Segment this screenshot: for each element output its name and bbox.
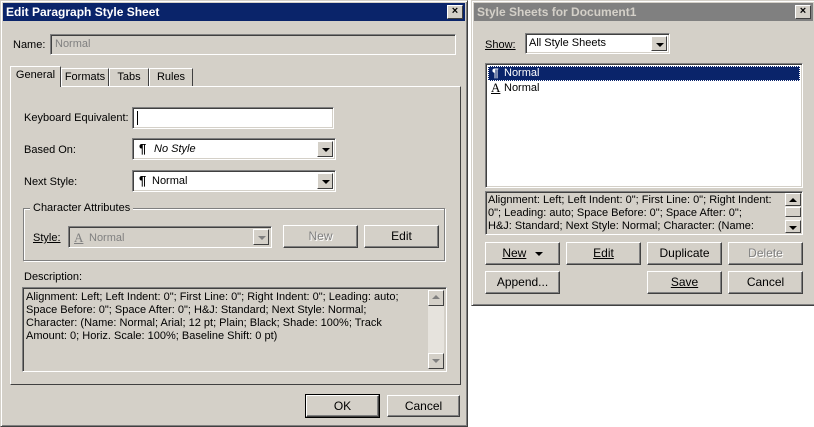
tab-rules-label: Rules: [156, 71, 186, 83]
character-style-dropdown[interactable]: A Normal: [68, 226, 272, 248]
list-item-label: Normal: [504, 82, 540, 94]
show-label: Show:: [485, 39, 516, 51]
append-button-label: Append...: [496, 275, 549, 289]
character-style-icon: A: [74, 230, 84, 245]
edit-button-label: Edit: [593, 246, 614, 260]
cancel-button[interactable]: Cancel: [728, 271, 803, 294]
new-button[interactable]: New: [485, 242, 560, 265]
dialog-title: Style Sheets for Document1: [477, 5, 637, 19]
tab-formats-label: Formats: [64, 71, 106, 83]
style-label: Style:: [33, 232, 61, 244]
keyboard-equivalent-label: Keyboard Equivalent:: [24, 112, 129, 124]
chevron-down-icon[interactable]: [651, 36, 667, 51]
append-button[interactable]: Append...: [485, 271, 560, 294]
tab-tabs-label: Tabs: [117, 71, 141, 83]
character-style-value: Normal: [89, 232, 125, 244]
scroll-down-icon[interactable]: [428, 353, 444, 369]
delete-button[interactable]: Delete: [728, 242, 803, 265]
tab-general[interactable]: General: [10, 66, 61, 87]
character-attributes-legend: Character Attributes: [30, 202, 134, 214]
scroll-up-icon[interactable]: [785, 193, 801, 206]
tab-rules[interactable]: Rules: [149, 68, 193, 86]
delete-button-label: Delete: [748, 246, 783, 260]
description-text: Alignment: Left; Left Indent: 0"; First …: [26, 291, 399, 342]
cancel-button-label: Cancel: [746, 275, 785, 289]
cancel-button[interactable]: Cancel: [387, 395, 460, 417]
dropdown-arrow-icon: [534, 251, 543, 256]
next-style-dropdown[interactable]: ¶ Normal: [132, 170, 336, 192]
style-description-scrollbar[interactable]: [785, 193, 801, 233]
tab-tabs[interactable]: Tabs: [109, 68, 149, 86]
dialog-title: Edit Paragraph Style Sheet: [6, 5, 160, 19]
duplicate-button-label: Duplicate: [659, 246, 710, 260]
close-icon[interactable]: ×: [447, 5, 463, 19]
list-item[interactable]: A Normal: [488, 80, 800, 96]
style-sheets-dialog: Style Sheets for Document1 × Show: All S…: [471, 0, 814, 306]
close-icon[interactable]: ×: [795, 5, 811, 19]
name-value: Normal: [55, 38, 91, 50]
list-item[interactable]: ¶ Normal: [488, 66, 800, 81]
tab-formats[interactable]: Formats: [61, 68, 109, 86]
chevron-down-icon[interactable]: [317, 173, 333, 189]
tab-general-label: General: [15, 69, 56, 81]
new-button-label: New: [502, 246, 527, 260]
dialog-title-bar[interactable]: Edit Paragraph Style Sheet ×: [3, 3, 465, 21]
paragraph-icon: ¶: [139, 141, 147, 156]
text-cursor: [137, 111, 138, 125]
scroll-thumb[interactable]: [785, 207, 801, 217]
edit-button[interactable]: Edit: [566, 242, 641, 265]
edit-paragraph-style-dialog: Edit Paragraph Style Sheet × Name: Norma…: [0, 0, 468, 427]
style-description-box: Alignment: Left; Left Indent: 0"; First …: [485, 191, 803, 235]
paragraph-icon: ¶: [139, 173, 147, 188]
scroll-down-icon[interactable]: [785, 220, 801, 233]
show-dropdown[interactable]: All Style Sheets: [525, 33, 670, 54]
character-style-icon: A: [491, 80, 501, 95]
show-value: All Style Sheets: [529, 37, 607, 49]
description-box: Alignment: Left; Left Indent: 0"; First …: [22, 287, 447, 372]
dialog-title-bar[interactable]: Style Sheets for Document1 ×: [474, 3, 813, 21]
based-on-label: Based On:: [24, 144, 76, 156]
name-field[interactable]: Normal: [50, 34, 456, 55]
new-character-style-button[interactable]: New: [283, 225, 358, 248]
save-button-label: Save: [670, 275, 699, 289]
name-label: Name:: [13, 39, 46, 51]
description-label: Description:: [24, 271, 83, 283]
keyboard-equivalent-input[interactable]: [132, 107, 334, 129]
next-style-label: Next Style:: [24, 176, 78, 188]
style-description-text: Alignment: Left; Left Indent: 0"; First …: [488, 194, 772, 232]
show-label-text: Show:: [485, 39, 516, 51]
save-button[interactable]: Save: [647, 271, 722, 294]
paragraph-icon: ¶: [492, 66, 499, 80]
based-on-value: No Style: [154, 143, 196, 155]
style-list[interactable]: ¶ Normal A Normal: [485, 63, 803, 188]
description-scrollbar[interactable]: [428, 290, 444, 369]
duplicate-button[interactable]: Duplicate: [647, 242, 722, 265]
chevron-down-icon[interactable]: [253, 229, 269, 245]
scroll-up-icon[interactable]: [428, 290, 444, 306]
list-item-label: Normal: [504, 67, 540, 79]
next-style-value: Normal: [152, 175, 188, 187]
based-on-dropdown[interactable]: ¶ No Style: [132, 138, 336, 160]
edit-character-style-button[interactable]: Edit: [364, 225, 439, 248]
chevron-down-icon[interactable]: [317, 141, 333, 157]
ok-button[interactable]: OK: [305, 394, 380, 418]
style-label-text: Style:: [33, 232, 61, 244]
